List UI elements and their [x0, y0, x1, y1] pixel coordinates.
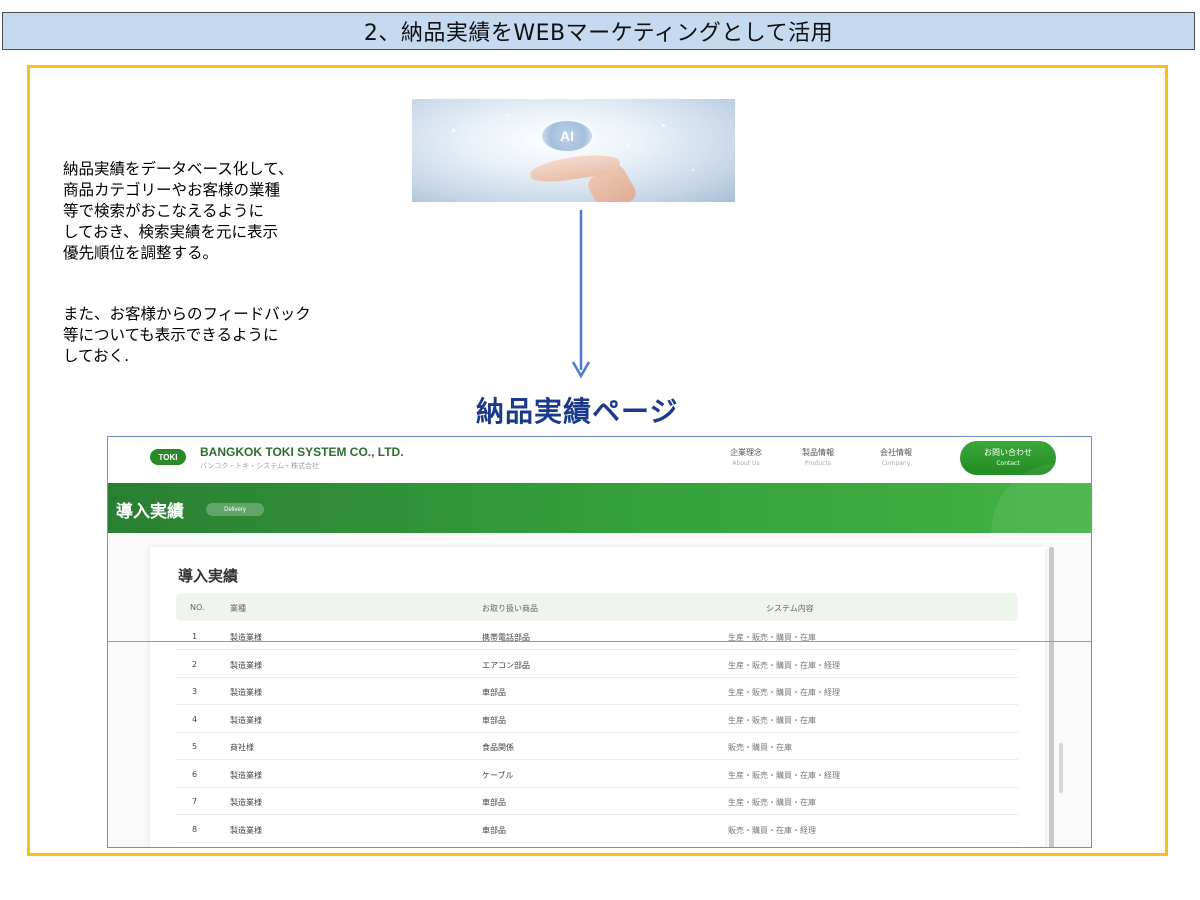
cell-product: 車部品 [482, 715, 506, 725]
company-subtitle: バンコク・トキ・システム・株式会社 [200, 462, 319, 470]
nav-item-about[interactable]: 企業理念 About Us [730, 447, 762, 467]
table-header: NO. 業種 お取り扱い商品 システム内容 [176, 593, 1018, 621]
description-line: しておく. [63, 347, 129, 365]
cell-system: 生産・販売・購買・在庫 [728, 798, 816, 807]
page-scrollbar[interactable] [1049, 547, 1054, 847]
cell-product: 車部品 [482, 688, 506, 697]
cell-no: 3 [192, 687, 198, 696]
delivery-card: 導入実績 NO. 業種 お取り扱い商品 システム内容 1 製造業様 携帯電話部品 生産… [150, 547, 1063, 847]
cell-product: 車部品 [482, 798, 506, 807]
cell-no: 1 [192, 632, 198, 641]
table-row[interactable]: 3 製造業様 車部品 生産・販売・購買・在庫・経理 [176, 678, 1018, 705]
ai-badge: AI [540, 119, 594, 153]
description-line: しておき、検索実績を元に表示 [63, 223, 278, 241]
description-line: 優先順位を調整する。 [63, 244, 219, 262]
table-row[interactable]: 5 商社様 食品関係 販売・購買・在庫 [176, 733, 1018, 760]
table-row[interactable]: 8 製造業様 車部品 販売・購買・在庫・経理 [176, 816, 1018, 843]
cell-no: 4 [192, 714, 198, 724]
cell-industry: 製造業様 [230, 660, 262, 670]
cell-no: 7 [192, 797, 198, 806]
divider-line [108, 641, 1091, 642]
cell-industry: 製造業様 [230, 715, 262, 725]
table-scrollbar[interactable] [1059, 743, 1063, 793]
company-name: BANGKOK TOKI SYSTEM CO., LTD. [200, 445, 404, 459]
nav-sublabel: About Us [732, 460, 760, 467]
header-product: お取り扱い商品 [482, 604, 538, 613]
hero-badge: Delivery [206, 503, 264, 516]
table-row[interactable]: 4 製造業様 車部品 生産・販売・購買・在庫 [176, 706, 1018, 733]
table-row[interactable]: 6 製造業様 ケーブル 生産・販売・購買・在庫・経理 [176, 761, 1018, 788]
cell-product: 車部品 [482, 825, 506, 835]
hero-title: 導入実績 [116, 502, 184, 522]
contact-label: お問い合わせ [984, 448, 1032, 457]
description-line: 納品実績をデータベース化して、 [63, 160, 294, 178]
description-line: 等で検索がおこなえるように [63, 202, 265, 220]
cell-no: 5 [192, 742, 198, 751]
table-row[interactable]: 2 製造業様 エアコン部品 生産・販売・購買・在庫・経理 [176, 651, 1018, 678]
logo-text: TOKI [158, 452, 178, 462]
page-heading: 納品実績ページ [476, 395, 679, 428]
nav-item-products[interactable]: 製品情報 Products [802, 447, 834, 467]
cell-no: 2 [192, 659, 198, 669]
cell-system: 生産・販売・購買・在庫 [728, 715, 816, 725]
cell-industry: 製造業様 [230, 825, 262, 835]
cell-system: 販売・購買・在庫・経理 [728, 825, 816, 835]
hero-banner: 導入実績 Delivery [108, 463, 1091, 603]
cell-industry: 製造業様 [230, 798, 262, 807]
site-header: TOKI BANGKOK TOKI SYSTEM CO., LTD. バンコク・… [108, 437, 1091, 483]
cell-system: 生産・販売・購買・在庫・経理 [728, 688, 840, 697]
description-paragraph-1: 納品実績をデータベース化して、 商品カテゴリーやお客様の業種 等で検索がおこなえ… [63, 159, 294, 264]
cell-industry: 商社様 [230, 743, 254, 752]
description-line: 等についても表示できるように [63, 326, 279, 344]
card-title: 導入実績 [178, 567, 239, 585]
cell-industry: 製造業様 [230, 770, 262, 780]
cell-no: 6 [192, 769, 198, 779]
slide-title-banner: 2、納品実績をWEBマーケティングとして活用 [2, 12, 1195, 50]
cell-industry: 製造業様 [230, 688, 262, 697]
nav-item-company[interactable]: 会社情報 Company [880, 447, 912, 467]
cell-product: 食品関係 [482, 743, 514, 752]
cell-product: エアコン部品 [482, 660, 530, 670]
table-row[interactable]: 1 製造業様 携帯電話部品 生産・販売・購買・在庫 [176, 623, 1018, 650]
cell-no: 8 [192, 824, 198, 834]
description-paragraph-2: また、お客様からのフィードバック 等についても表示できるように しておく. [63, 304, 311, 367]
nav-sublabel: Company [881, 460, 911, 467]
down-arrow-icon [571, 210, 591, 379]
ai-hand-image: AI [412, 99, 735, 202]
nav-label: 製品情報 [802, 448, 834, 457]
cell-system: 販売・購買・在庫 [728, 743, 792, 752]
header-industry: 業種 [230, 604, 246, 613]
hero-badge-text: Delivery [224, 506, 246, 513]
description-line: また、お客様からのフィードバック [63, 305, 311, 323]
cell-product: ケーブル [482, 770, 514, 780]
nav-sublabel: Products [805, 460, 831, 467]
description-line: 商品カテゴリーやお客様の業種 [63, 181, 281, 199]
header-no: NO. [190, 603, 205, 612]
cell-system: 生産・販売・購買・在庫・経理 [728, 770, 840, 780]
header-system: システム内容 [766, 604, 814, 613]
logo[interactable]: TOKI [150, 449, 186, 465]
nav-label: 企業理念 [730, 448, 762, 457]
website-screenshot: TOKI BANGKOK TOKI SYSTEM CO., LTD. バンコク・… [107, 436, 1092, 848]
ai-label: AI [560, 128, 574, 144]
table-row[interactable]: 7 製造業様 車部品 生産・販売・購買・在庫 [176, 788, 1018, 815]
slide-title: 2、納品実績をWEBマーケティングとして活用 [363, 21, 834, 46]
cell-system: 生産・販売・購買・在庫・経理 [728, 660, 840, 670]
nav-label: 会社情報 [880, 448, 912, 457]
